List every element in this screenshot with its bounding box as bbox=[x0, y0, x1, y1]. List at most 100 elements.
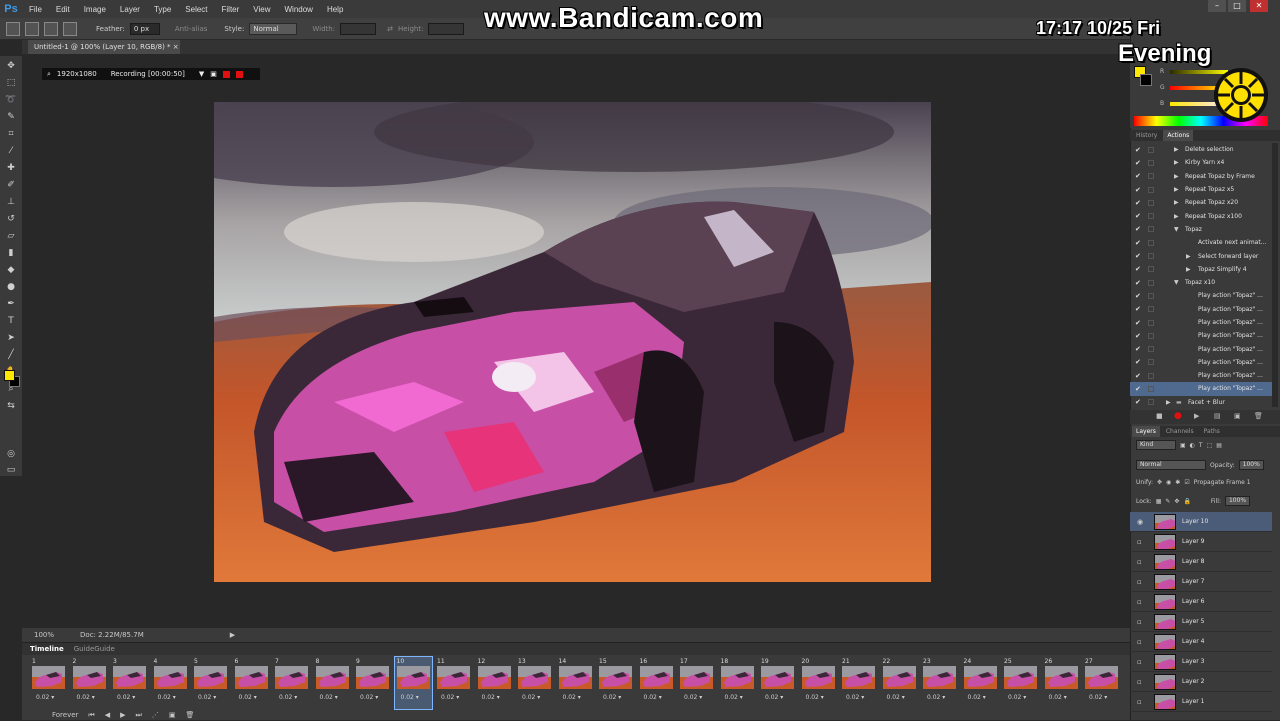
filter-shape-icon[interactable]: ⬚ bbox=[1207, 442, 1213, 449]
pause-icon[interactable] bbox=[222, 70, 230, 78]
menu-file[interactable]: File bbox=[22, 5, 49, 14]
visibility-eye-icon[interactable]: ◉ bbox=[1137, 518, 1143, 526]
action-toggle-icon[interactable]: ✔ bbox=[1135, 252, 1141, 260]
frame-delay[interactable]: 0.02 ▾ bbox=[77, 694, 95, 701]
timeline-frame[interactable]: 15 0.02 ▾ bbox=[597, 657, 635, 709]
antialias-checkbox[interactable]: Anti-alias bbox=[175, 25, 208, 33]
action-item[interactable]: ✔ ▶ Repeat Topaz x20 bbox=[1130, 196, 1272, 209]
action-toggle-icon[interactable]: ✔ bbox=[1135, 146, 1141, 154]
action-toggle-icon[interactable]: ✔ bbox=[1135, 199, 1141, 207]
expand-icon[interactable]: ▶ bbox=[1166, 399, 1171, 406]
timeline-frame[interactable]: 14 0.02 ▾ bbox=[556, 657, 594, 709]
action-item[interactable]: ✔ Play action "Topaz" ... bbox=[1130, 316, 1272, 329]
delete-frame-icon[interactable]: 🗑 bbox=[185, 711, 194, 719]
frame-delay[interactable]: 0.02 ▾ bbox=[644, 694, 662, 701]
action-item[interactable]: ✔ ▬ ▶ Facet + Blur bbox=[1130, 396, 1272, 407]
eyedropper-tool-icon[interactable]: ⁄ bbox=[4, 145, 18, 158]
filter-pixel-icon[interactable]: ▣ bbox=[1180, 442, 1186, 449]
quick-select-tool-icon[interactable]: ✎ bbox=[4, 111, 18, 124]
lasso-tool-icon[interactable]: ➰ bbox=[4, 94, 18, 107]
timeline-frame[interactable]: 13 0.02 ▾ bbox=[516, 657, 554, 709]
lock-all-icon[interactable]: 🔒 bbox=[1183, 498, 1190, 505]
action-item[interactable]: ✔ ▶ Repeat Topaz x5 bbox=[1130, 183, 1272, 196]
quick-mask-icon[interactable]: ◎ bbox=[4, 448, 18, 461]
maximize-icon[interactable]: □ bbox=[1228, 0, 1246, 12]
frame-delay[interactable]: 0.02 ▾ bbox=[684, 694, 702, 701]
history-brush-tool-icon[interactable]: ↺ bbox=[4, 213, 18, 226]
kind-filter-select[interactable]: Kind bbox=[1136, 440, 1176, 450]
dialog-toggle-icon[interactable] bbox=[1148, 239, 1154, 246]
color-bg-swatch[interactable] bbox=[1140, 74, 1152, 86]
healing-tool-icon[interactable]: ✚ bbox=[4, 162, 18, 175]
frame-delay[interactable]: 0.02 ▾ bbox=[1089, 694, 1107, 701]
timeline-frame[interactable]: 7 0.02 ▾ bbox=[273, 657, 311, 709]
close-icon[interactable]: ✕ bbox=[1250, 0, 1268, 12]
timeline-frame[interactable]: 3 0.02 ▾ bbox=[111, 657, 149, 709]
layer-row[interactable]: ▫ Layer 3 bbox=[1130, 652, 1272, 672]
layer-row[interactable]: ◉ Layer 10 bbox=[1130, 512, 1272, 532]
layer-row[interactable]: ▫ Layer 7 bbox=[1130, 572, 1272, 592]
eraser-tool-icon[interactable]: ▱ bbox=[4, 230, 18, 243]
camera-icon[interactable]: ▣ bbox=[210, 70, 217, 78]
action-item[interactable]: ✔ Play action "Topaz" ... bbox=[1130, 382, 1272, 396]
action-toggle-icon[interactable]: ✔ bbox=[1135, 159, 1141, 167]
frame-delay[interactable]: 0.02 ▾ bbox=[846, 694, 864, 701]
timeline-frame[interactable]: 8 0.02 ▾ bbox=[313, 657, 351, 709]
filter-type-icon[interactable]: T bbox=[1199, 442, 1203, 449]
visibility-eye-icon[interactable]: ▫ bbox=[1137, 658, 1142, 666]
action-item[interactable]: ✔ Play action "Topaz" ... bbox=[1130, 303, 1272, 316]
search-icon[interactable]: ⌕ bbox=[47, 70, 51, 79]
expand-icon[interactable]: ▼ bbox=[1174, 226, 1179, 233]
visibility-eye-icon[interactable]: ▫ bbox=[1137, 538, 1142, 546]
close-tab-icon[interactable]: × bbox=[173, 43, 179, 51]
pen-tool-icon[interactable]: ✒ bbox=[4, 298, 18, 311]
first-frame-icon[interactable]: ⏮ bbox=[88, 711, 94, 720]
filter-smart-icon[interactable]: ▤ bbox=[1216, 442, 1222, 449]
timeline-frame[interactable]: 4 0.02 ▾ bbox=[151, 657, 189, 709]
timeline-frame[interactable]: 21 0.02 ▾ bbox=[840, 657, 878, 709]
loop-select[interactable]: Forever bbox=[52, 711, 78, 719]
delete-action-icon[interactable]: 🗑 bbox=[1254, 412, 1263, 420]
menu-type[interactable]: Type bbox=[147, 5, 178, 14]
width-input[interactable] bbox=[340, 22, 377, 35]
gradient-tool-icon[interactable]: ▮ bbox=[4, 247, 18, 260]
next-frame-icon[interactable]: ⏭ bbox=[136, 711, 142, 720]
action-item[interactable]: ✔ ▶ Topaz Simplify 4 bbox=[1130, 263, 1272, 276]
menu-layer[interactable]: Layer bbox=[113, 5, 147, 14]
fill-input[interactable]: 100% bbox=[1224, 496, 1251, 506]
action-toggle-icon[interactable]: ✔ bbox=[1135, 212, 1141, 220]
dialog-toggle-icon[interactable] bbox=[1148, 399, 1154, 406]
dialog-toggle-icon[interactable] bbox=[1148, 159, 1154, 166]
record-icon[interactable]: ● bbox=[1174, 411, 1182, 421]
recording-dropdown-icon[interactable]: ▼ bbox=[199, 70, 204, 78]
layer-row[interactable]: ▫ Layer 2 bbox=[1130, 672, 1272, 692]
visibility-eye-icon[interactable]: ▫ bbox=[1137, 558, 1142, 566]
frame-delay[interactable]: 0.02 ▾ bbox=[158, 694, 176, 701]
visibility-eye-icon[interactable]: ▫ bbox=[1137, 578, 1142, 586]
expand-icon[interactable]: ▶ bbox=[1174, 146, 1179, 153]
new-action-icon[interactable]: ▣ bbox=[1234, 412, 1241, 420]
dialog-toggle-icon[interactable] bbox=[1148, 186, 1154, 193]
feather-input[interactable]: 0 px bbox=[129, 22, 160, 35]
dialog-toggle-icon[interactable] bbox=[1148, 292, 1154, 299]
unify-style-icon[interactable]: ✱ bbox=[1175, 479, 1180, 486]
move-tool-icon[interactable]: ✥ bbox=[4, 60, 18, 73]
visibility-eye-icon[interactable]: ▫ bbox=[1137, 698, 1142, 706]
tab-guideguide[interactable]: GuideGuide bbox=[74, 645, 115, 653]
timeline-frame[interactable]: 12 0.02 ▾ bbox=[475, 657, 513, 709]
action-item[interactable]: ✔ Play action "Topaz" ... bbox=[1130, 356, 1272, 369]
action-item[interactable]: ✔ ▶ Repeat Topaz x100 bbox=[1130, 209, 1272, 222]
action-item[interactable]: ✔ ▶ Delete selection bbox=[1130, 143, 1272, 156]
timeline-frame[interactable]: 24 0.02 ▾ bbox=[961, 657, 999, 709]
action-toggle-icon[interactable]: ✔ bbox=[1135, 319, 1141, 327]
height-input[interactable] bbox=[428, 22, 465, 35]
menu-view[interactable]: View bbox=[246, 5, 277, 14]
action-toggle-icon[interactable]: ✔ bbox=[1135, 358, 1141, 366]
dialog-toggle-icon[interactable] bbox=[1148, 266, 1154, 273]
action-toggle-icon[interactable]: ✔ bbox=[1135, 345, 1141, 353]
dialog-toggle-icon[interactable] bbox=[1148, 199, 1154, 206]
play-icon[interactable]: ▶ bbox=[120, 711, 125, 719]
crop-tool-icon[interactable]: ⌗ bbox=[4, 128, 18, 141]
filter-adjust-icon[interactable]: ◐ bbox=[1190, 442, 1195, 449]
dialog-toggle-icon[interactable] bbox=[1148, 385, 1154, 392]
